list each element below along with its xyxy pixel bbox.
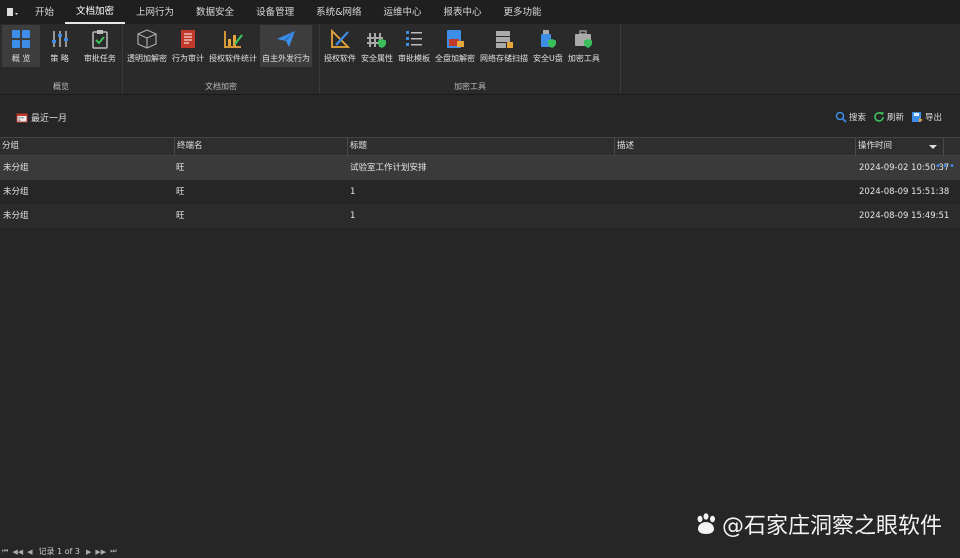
search-icon [835,111,847,123]
col-header-spacer [943,138,960,155]
tab-report-center[interactable]: 报表中心 [433,0,493,24]
paper-plane-icon [277,31,295,47]
export-button[interactable]: 导出 [911,111,942,123]
security-attributes-button[interactable]: 安全属性 [359,25,395,67]
record-count: 记录 1 of 3 [38,547,81,556]
table-row[interactable]: 未分组 旺 试验室工作计划安排 2024-09-02 10:50:37 ••• [0,156,960,180]
tab-start[interactable]: 开始 [24,0,65,24]
ribbon-group-label-doc-encrypt: 文档加密 [205,82,237,91]
secure-usb-button[interactable]: 安全U盘 [531,25,565,67]
ribbon-group-label-encrypt-tools: 加密工具 [454,82,486,91]
tab-ops-center[interactable]: 运维中心 [373,0,433,24]
table-row[interactable]: 未分组 旺 1 2024-08-09 15:49:51 [0,204,960,228]
ribbon-group-overview: 概 览 策 略 审批任务 概览 [0,24,123,94]
row-more-icon[interactable]: ••• [935,156,956,178]
fence-shield-icon [367,33,386,48]
cell-terminal: 旺 [176,211,185,221]
app-menu-button[interactable] [0,0,24,24]
col-header-title[interactable]: 标题 [347,138,614,155]
server-scan-icon [496,31,513,48]
export-label: 导出 [924,113,942,123]
document-menu-icon [7,8,18,16]
cell-title: 1 [350,211,356,221]
paw-logo-icon [697,513,715,534]
cube-icon [137,29,157,49]
records-table: 分组 终端名 标题 描述 操作时间 未分组 旺 试验室工作计划安排 2024-0… [0,137,960,228]
cell-group: 未分组 [3,187,29,197]
date-range-button[interactable]: 最近一月 [16,111,67,124]
watermark: @石家庄洞察之眼软件 [694,508,942,540]
tab-doc-encrypt[interactable]: 文档加密 [65,0,126,24]
ribbon: 概 览 策 略 审批任务 概览 透明加解密 行为审计 授权软件统计 自主外发行为… [0,24,960,95]
behavior-audit-button[interactable]: 行为审计 [170,25,206,67]
approval-tasks-button[interactable]: 审批任务 [79,25,121,67]
menubar: 开始 文档加密 上网行为 数据安全 设备管理 系统&网络 运维中心 报表中心 更… [0,0,960,24]
license-stats-button[interactable]: 授权软件统计 [207,25,259,67]
col-header-time-label: 操作时间 [858,141,893,151]
col-header-terminal[interactable]: 终端名 [174,138,347,155]
template-list-icon [406,31,422,46]
approval-template-button[interactable]: 审批模板 [396,25,432,67]
cell-title: 试验室工作计划安排 [350,163,427,173]
cell-group: 未分组 [3,211,29,221]
cell-terminal: 旺 [176,187,185,197]
tab-system-network[interactable]: 系统&网络 [305,0,372,24]
export-icon [911,112,923,122]
cell-time: 2024-08-09 15:51:38 [859,187,950,197]
toolbox-shield-icon [574,30,592,48]
refresh-icon [874,112,884,122]
disk-lock-icon [447,30,464,48]
table-row[interactable]: 未分组 旺 1 2024-08-09 15:51:38 [0,180,960,204]
overview-button[interactable]: 概 览 [2,25,41,67]
next-page-icon[interactable]: ▶ [86,548,91,556]
date-range-label: 最近一月 [31,114,68,124]
prev-page-icon[interactable]: ◀ [27,548,32,556]
watermark-text: @石家庄洞察之眼软件 [721,514,942,539]
encrypt-tools-button[interactable]: 加密工具 [566,25,602,67]
full-disk-encrypt-button[interactable]: 全盘加解密 [433,25,477,67]
cell-title: 1 [350,187,356,197]
self-send-behavior-button[interactable]: 自主外发行为 [260,25,312,67]
cell-time: 2024-08-09 15:49:51 [859,211,950,221]
calendar-icon [16,113,28,123]
col-header-desc[interactable]: 描述 [614,138,855,155]
tab-more-features[interactable]: 更多功能 [493,0,553,24]
network-storage-scan-button[interactable]: 网络存储扫描 [478,25,530,67]
clipboard-check-icon [92,30,108,49]
prev-page-group-icon[interactable]: ◀◀ [12,548,23,556]
tab-data-security[interactable]: 数据安全 [185,0,245,24]
cell-terminal: 旺 [176,163,185,173]
last-page-icon[interactable]: ⏭ [110,547,116,556]
ribbon-group-doc-encrypt: 透明加解密 行为审计 授权软件统计 自主外发行为 文档加密 [123,24,320,94]
table-header: 分组 终端名 标题 描述 操作时间 [0,137,960,156]
licensed-software-button[interactable]: 授权软件 [322,25,358,67]
tab-web-behavior[interactable]: 上网行为 [125,0,185,24]
transparent-encrypt-button[interactable]: 透明加解密 [125,25,169,67]
col-header-time[interactable]: 操作时间 [855,138,943,155]
refresh-label: 刷新 [886,113,904,123]
col-header-group[interactable]: 分组 [0,138,174,155]
report-icon [181,30,195,48]
next-page-group-icon[interactable]: ▶▶ [95,548,106,556]
ribbon-group-label-overview: 概览 [53,82,69,91]
sort-desc-icon [929,145,937,149]
status-bar: ⏮ ◀◀ ◀ 记录 1 of 3 ▶ ▶▶ ⏭ [0,545,960,558]
menu-tabs: 开始 文档加密 上网行为 数据安全 设备管理 系统&网络 运维中心 报表中心 更… [24,0,553,24]
tab-device-management[interactable]: 设备管理 [245,0,305,24]
search-button[interactable]: 搜索 [835,111,866,123]
toolbar-actions: 搜索 刷新 导出 [828,111,942,123]
policy-button[interactable]: 策 略 [41,25,77,67]
ribbon-group-encrypt-tools: 授权软件 安全属性 审批模板 全盘加解密 网络存储扫描 安全U盘 加密工具 加密… [320,24,621,94]
search-label: 搜索 [848,113,866,123]
toolbar: 最近一月 搜索 刷新 导出 [0,104,960,132]
cell-group: 未分组 [3,163,29,173]
ruler-pen-icon [331,29,350,48]
sliders-icon [51,31,68,47]
first-page-icon[interactable]: ⏮ [2,547,8,556]
usb-shield-icon [540,30,556,48]
grid-icon [12,30,31,48]
chart-pen-icon [224,31,243,48]
refresh-button[interactable]: 刷新 [873,111,904,123]
